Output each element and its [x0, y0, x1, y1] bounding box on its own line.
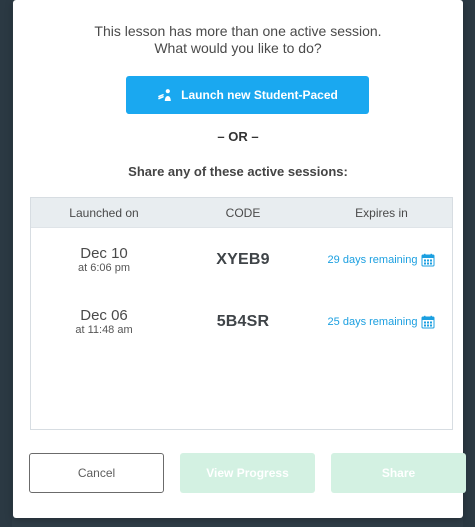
- launch-date: Dec 06: [80, 306, 128, 324]
- launch-date-cell: Dec 10 at 6:06 pm: [31, 244, 177, 275]
- launch-time: at 6:06 pm: [78, 261, 130, 274]
- expiration-link[interactable]: 29 days remaining: [328, 254, 418, 266]
- calendar-icon[interactable]: [421, 315, 435, 329]
- or-divider-text: – OR –: [217, 129, 259, 144]
- code-header: CODE: [225, 205, 261, 220]
- calendar-icon[interactable]: [421, 253, 435, 267]
- expires-cell[interactable]: 29 days remaining: [309, 253, 454, 267]
- share-sessions-heading: Share any of these active sessions:: [128, 164, 348, 179]
- session-row[interactable]: Dec 10 at 6:06 pm XYEB9 29 days remainin…: [31, 234, 454, 286]
- launch-date-cell: Dec 06 at 11:48 am: [31, 306, 177, 337]
- expires-cell[interactable]: 25 days remaining: [309, 315, 454, 329]
- modal-backdrop-right: [463, 0, 475, 527]
- share-button[interactable]: Share: [331, 453, 466, 493]
- session-code: 5B4SR: [216, 313, 270, 330]
- session-code: XYEB9: [216, 251, 270, 268]
- modal-backdrop-left: [0, 0, 12, 527]
- expires-in-header: Expires in: [355, 205, 408, 220]
- prompt-line-2: What would you like to do?: [154, 40, 322, 56]
- launch-button-label: Launch new Student-Paced: [181, 88, 338, 102]
- prompt-line-1: This lesson has more than one active ses…: [94, 23, 382, 39]
- cancel-button[interactable]: Cancel: [29, 453, 164, 493]
- launched-on-header: Launched on: [69, 205, 139, 220]
- dialog-footer: Cancel View Progress Share: [29, 453, 466, 493]
- session-choice-dialog: This lesson has more than one active ses…: [13, 0, 466, 518]
- view-progress-button[interactable]: View Progress: [180, 453, 315, 493]
- expiration-link[interactable]: 25 days remaining: [328, 316, 418, 328]
- launch-student-paced-button[interactable]: Launch new Student-Paced: [126, 76, 369, 114]
- launch-date: Dec 10: [80, 244, 128, 262]
- session-row[interactable]: Dec 06 at 11:48 am 5B4SR 25 days remaini…: [31, 296, 454, 348]
- student-icon: [157, 88, 173, 102]
- dialog-prompt: This lesson has more than one active ses…: [13, 23, 463, 57]
- page-shell: This lesson has more than one active ses…: [0, 0, 475, 527]
- active-sessions-table: Launched on CODE Expires in Dec 10 at 6:…: [30, 197, 453, 430]
- table-header: Launched on CODE Expires in: [31, 198, 452, 228]
- launch-time: at 11:48 am: [75, 323, 133, 336]
